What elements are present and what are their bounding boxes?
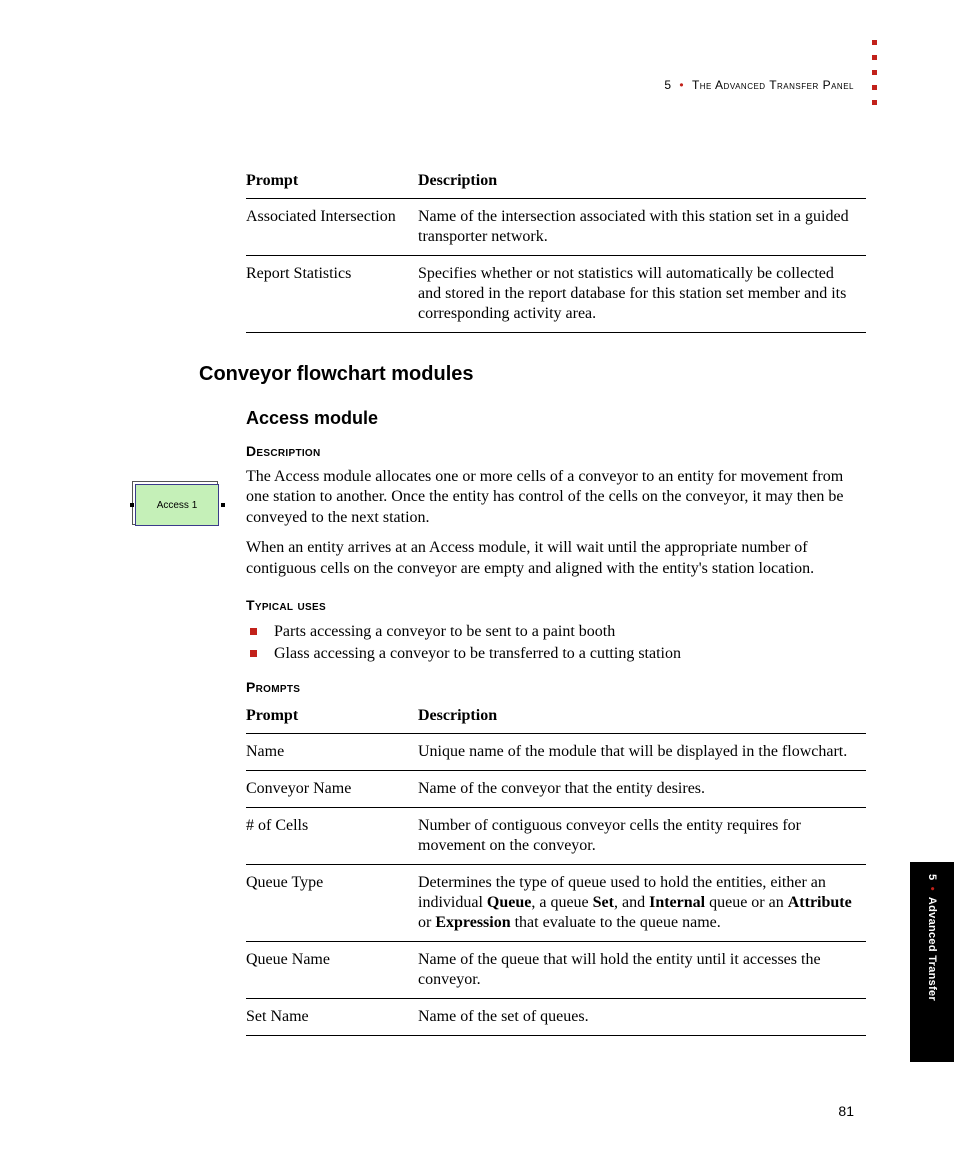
table-cell-prompt: Name	[246, 733, 418, 770]
header-bullet: •	[679, 78, 684, 92]
header-title: The Advanced Transfer Panel	[692, 78, 854, 92]
table-row: Queue Type Determines the type of queue …	[246, 864, 866, 941]
table-cell-prompt: Associated Intersection	[246, 199, 418, 256]
table-cell-description: Determines the type of queue used to hol…	[418, 864, 866, 941]
table-cell-description: Name of the intersection associated with…	[418, 199, 866, 256]
table-cell-prompt: Conveyor Name	[246, 770, 418, 807]
list-item: Glass accessing a conveyor to be transfe…	[246, 643, 866, 665]
table-cell-prompt: Report Statistics	[246, 256, 418, 333]
side-tab: 5 • Advanced Transfer	[910, 862, 954, 1062]
table-cell-prompt: # of Cells	[246, 807, 418, 864]
table-cell-prompt: Queue Type	[246, 864, 418, 941]
table-row: Name Unique name of the module that will…	[246, 733, 866, 770]
typical-uses-list: Parts accessing a conveyor to be sent to…	[246, 621, 866, 664]
typical-uses-heading: Typical uses	[246, 597, 866, 613]
table-row: Conveyor Name Name of the conveyor that …	[246, 770, 866, 807]
section-title: Conveyor flowchart modules	[199, 363, 866, 386]
description-paragraph: When an entity arrives at an Access modu…	[246, 538, 866, 579]
table-row: Associated Intersection Name of the inte…	[246, 199, 866, 256]
top-table-block: Prompt Description Associated Intersecti…	[246, 168, 866, 333]
subsection-title: Access module	[246, 408, 866, 429]
table-cell-prompt: Queue Name	[246, 941, 418, 998]
prompts-heading: Prompts	[246, 679, 866, 695]
module-icon-label: Access 1	[135, 484, 219, 526]
table-cell-prompt: Set Name	[246, 998, 418, 1035]
prompts-table: Prompt Description Name Unique name of t…	[246, 703, 866, 1036]
table-header-prompt: Prompt	[246, 703, 418, 734]
table-row: # of Cells Number of contiguous conveyor…	[246, 807, 866, 864]
table-cell-description: Number of contiguous conveyor cells the …	[418, 807, 866, 864]
table-header-description: Description	[418, 703, 866, 734]
section-block: Conveyor flowchart modules Access module…	[199, 363, 866, 1036]
table-cell-description: Unique name of the module that will be d…	[418, 733, 866, 770]
table-cell-description: Name of the queue that will hold the ent…	[418, 941, 866, 998]
access-module-icon: Access 1	[124, 477, 224, 527]
side-tab-bullet: •	[926, 887, 938, 891]
table-row: Set Name Name of the set of queues.	[246, 998, 866, 1035]
table-cell-description: Specifies whether or not statistics will…	[418, 256, 866, 333]
table-cell-description: Name of the conveyor that the entity des…	[418, 770, 866, 807]
table-row: Report Statistics Specifies whether or n…	[246, 256, 866, 333]
header-chapter-number: 5	[664, 78, 671, 92]
description-paragraph: The Access module allocates one or more …	[246, 467, 866, 528]
list-item: Parts accessing a conveyor to be sent to…	[246, 621, 866, 643]
table-cell-description: Name of the set of queues.	[418, 998, 866, 1035]
description-heading: Description	[246, 443, 866, 459]
table-row: Queue Name Name of the queue that will h…	[246, 941, 866, 998]
top-prompts-table: Prompt Description Associated Intersecti…	[246, 168, 866, 333]
running-header: 5 • The Advanced Transfer Panel	[664, 78, 854, 92]
decorative-dots	[872, 40, 877, 105]
page-number: 81	[838, 1103, 854, 1119]
table-header-description: Description	[418, 168, 866, 199]
side-tab-chapter: 5	[926, 874, 938, 880]
side-tab-label: Advanced Transfer	[926, 897, 938, 1001]
table-header-prompt: Prompt	[246, 168, 418, 199]
